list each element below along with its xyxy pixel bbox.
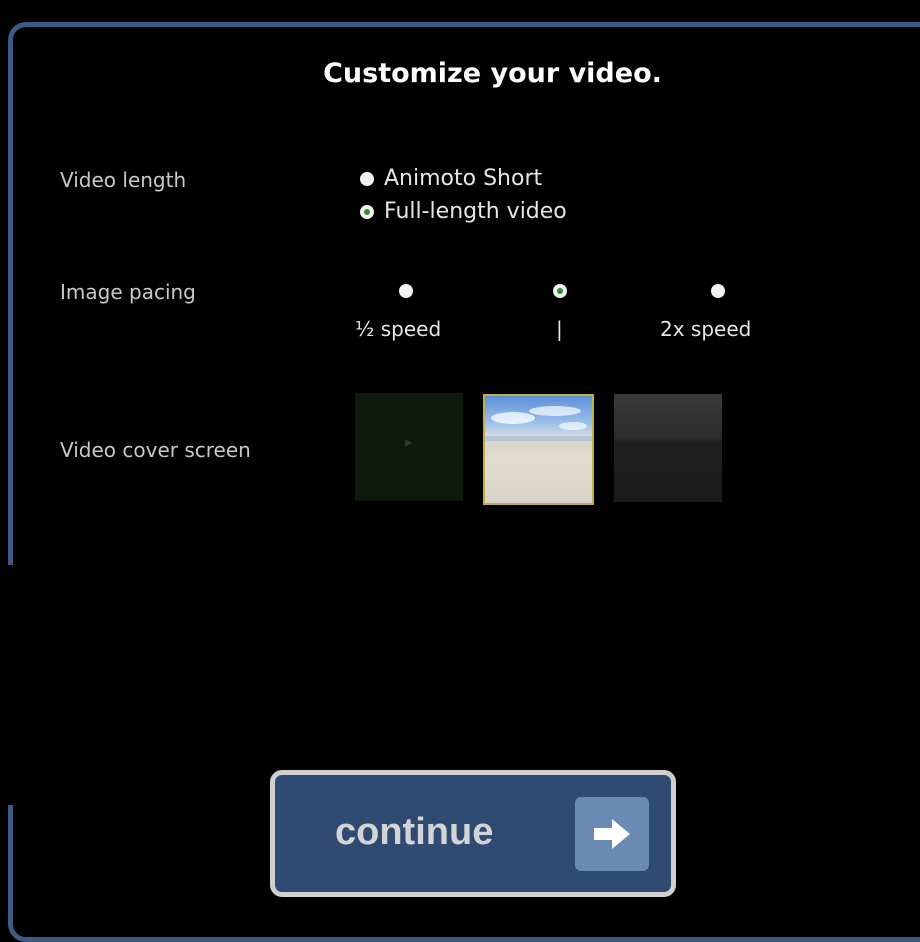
pacing-label-half: ½ speed xyxy=(355,317,442,341)
arrow-right-icon xyxy=(575,797,649,871)
pacing-label-normal: | xyxy=(556,317,563,341)
radio-label: Animoto Short xyxy=(384,166,543,191)
cover-thumbnail-3[interactable] xyxy=(614,394,722,502)
radio-full-length[interactable]: Full-length video xyxy=(360,199,567,224)
image-pacing-label: Image pacing xyxy=(60,280,196,304)
frame-gap xyxy=(0,565,20,805)
pacing-radio-normal[interactable] xyxy=(553,284,567,298)
play-icon: ▶ xyxy=(405,437,413,449)
pacing-radio-double[interactable] xyxy=(711,284,725,298)
beach-image xyxy=(485,406,592,441)
cover-thumbnail-2-selected[interactable] xyxy=(483,394,594,505)
radio-label: Full-length video xyxy=(384,199,567,224)
pacing-radio-half[interactable] xyxy=(399,284,413,298)
page-title: Customize your video. xyxy=(323,58,662,89)
continue-label: continue xyxy=(335,811,494,853)
continue-button[interactable]: continue xyxy=(270,770,676,897)
radio-button-selected[interactable] xyxy=(360,204,374,219)
cover-thumbnail-1[interactable]: ▶ xyxy=(355,393,463,501)
radio-button[interactable] xyxy=(360,171,374,186)
video-length-label: Video length xyxy=(60,168,187,192)
cover-screen-label: Video cover screen xyxy=(60,438,251,462)
radio-animoto-short[interactable]: Animoto Short xyxy=(360,166,542,191)
pacing-label-double: 2x speed xyxy=(660,317,752,341)
